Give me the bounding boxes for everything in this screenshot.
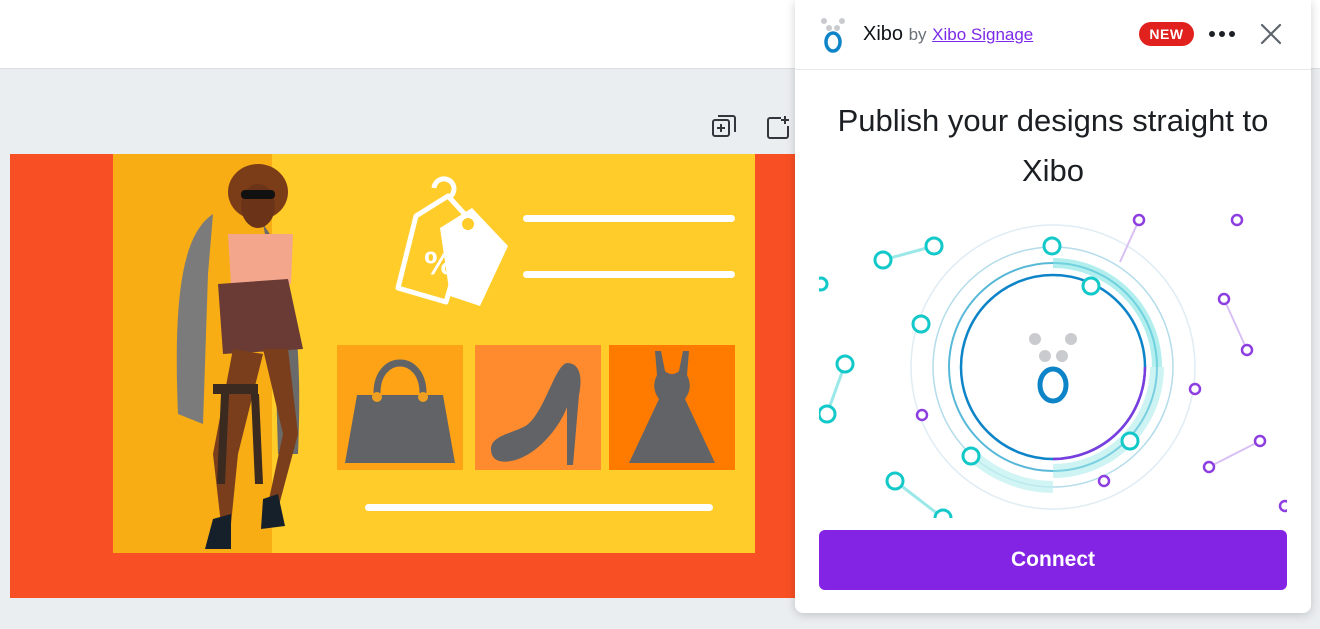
panel-header: Xibo by Xibo Signage NEW bbox=[795, 0, 1311, 70]
xibo-logo-icon bbox=[821, 18, 845, 53]
model-photo bbox=[113, 154, 303, 553]
app-panel: Xibo by Xibo Signage NEW Publish your de… bbox=[795, 0, 1311, 613]
app-title: Xibo by Xibo Signage bbox=[863, 21, 1033, 48]
design-canvas[interactable]: % bbox=[10, 154, 810, 598]
handbag-icon bbox=[345, 359, 455, 463]
dress-icon bbox=[629, 351, 715, 463]
more-options-icon bbox=[1209, 31, 1215, 37]
text-line-placeholder bbox=[365, 504, 713, 511]
add-page-icon[interactable] bbox=[765, 114, 791, 140]
dress-tile bbox=[609, 345, 735, 470]
high-heel-icon bbox=[491, 363, 581, 465]
app-by-label: by bbox=[908, 25, 927, 44]
more-options-icon bbox=[1229, 31, 1235, 37]
heel-tile bbox=[475, 345, 601, 470]
new-badge: NEW bbox=[1139, 22, 1194, 46]
close-icon[interactable] bbox=[1257, 20, 1285, 48]
sale-card: % bbox=[113, 154, 755, 553]
text-line-placeholder bbox=[523, 271, 735, 278]
price-tag-icon: % bbox=[395, 176, 508, 306]
app-author-link[interactable]: Xibo Signage bbox=[932, 25, 1033, 44]
handbag-tile bbox=[337, 345, 463, 470]
more-options-button[interactable] bbox=[1205, 20, 1239, 48]
text-line-placeholder bbox=[523, 215, 735, 222]
panel-title: Publish your designs straight to Xibo bbox=[837, 103, 1269, 188]
connect-button[interactable]: Connect bbox=[819, 530, 1287, 590]
fashion-model-image bbox=[176, 164, 303, 549]
more-options-icon bbox=[1219, 31, 1225, 37]
connection-illustration bbox=[819, 213, 1287, 518]
duplicate-page-icon[interactable] bbox=[711, 114, 737, 140]
app-name: Xibo bbox=[863, 23, 904, 45]
